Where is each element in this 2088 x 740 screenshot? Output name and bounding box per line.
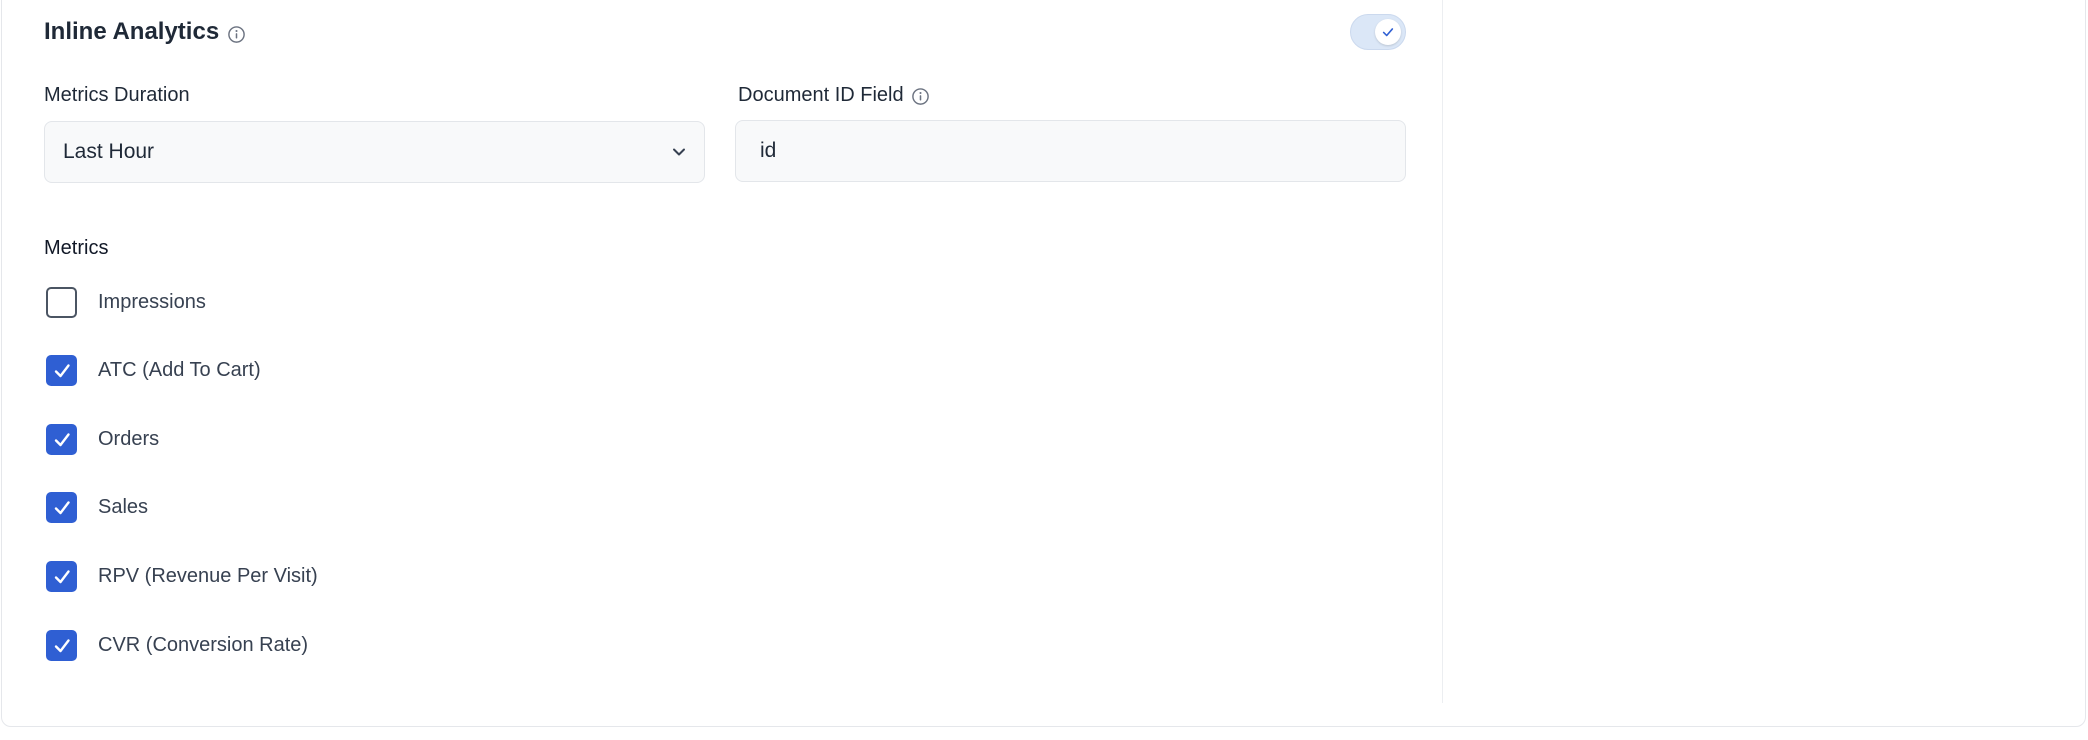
metric-label: RPV (Revenue Per Visit) bbox=[98, 565, 318, 587]
document-id-input[interactable] bbox=[735, 120, 1406, 182]
toggle-knob bbox=[1375, 19, 1401, 45]
check-icon bbox=[1382, 28, 1394, 37]
vertical-divider bbox=[1442, 0, 1443, 703]
impressions-checkbox[interactable] bbox=[46, 287, 77, 318]
metric-label: Impressions bbox=[98, 291, 206, 313]
orders-checkbox[interactable] bbox=[46, 424, 77, 455]
metrics-duration-label-text: Metrics Duration bbox=[44, 84, 190, 106]
metric-label: CVR (Conversion Rate) bbox=[98, 634, 309, 656]
metrics-duration-select[interactable]: Last Hour bbox=[44, 121, 705, 183]
metric-sales[interactable]: Sales bbox=[46, 492, 148, 523]
check-icon bbox=[54, 500, 70, 514]
cvr-checkbox[interactable] bbox=[46, 630, 77, 661]
metric-cvr[interactable]: CVR (Conversion Rate) bbox=[46, 630, 308, 661]
sales-checkbox[interactable] bbox=[46, 492, 77, 523]
check-icon bbox=[54, 638, 70, 652]
metrics-label: Metrics bbox=[44, 237, 109, 259]
metric-impressions[interactable]: Impressions bbox=[46, 287, 206, 318]
metric-label: Orders bbox=[98, 428, 160, 450]
metric-label: Sales bbox=[98, 496, 149, 518]
rpv-checkbox[interactable] bbox=[46, 561, 77, 592]
metric-rpv[interactable]: RPV (Revenue Per Visit) bbox=[46, 561, 318, 592]
document-id-label: Document ID Field bbox=[738, 84, 930, 107]
check-icon bbox=[54, 432, 70, 446]
metrics-duration-value: Last Hour bbox=[63, 140, 155, 163]
section-title: Inline Analytics bbox=[44, 18, 220, 45]
check-icon bbox=[54, 569, 70, 583]
metric-label: ATC (Add To Cart) bbox=[98, 359, 261, 381]
inline-analytics-card bbox=[1, 0, 2086, 727]
metric-orders[interactable]: Orders bbox=[46, 424, 159, 455]
chevron-down-icon bbox=[670, 143, 688, 161]
info-icon[interactable] bbox=[227, 25, 246, 44]
metric-atc[interactable]: ATC (Add To Cart) bbox=[46, 355, 261, 386]
check-icon bbox=[54, 363, 70, 377]
inline-analytics-toggle[interactable] bbox=[1350, 14, 1406, 50]
info-icon[interactable] bbox=[911, 87, 930, 106]
document-id-label-text: Document ID Field bbox=[738, 84, 904, 106]
atc-checkbox[interactable] bbox=[46, 355, 77, 386]
section-header: Inline Analytics bbox=[44, 18, 246, 46]
metrics-duration-label: Metrics Duration bbox=[44, 84, 190, 107]
